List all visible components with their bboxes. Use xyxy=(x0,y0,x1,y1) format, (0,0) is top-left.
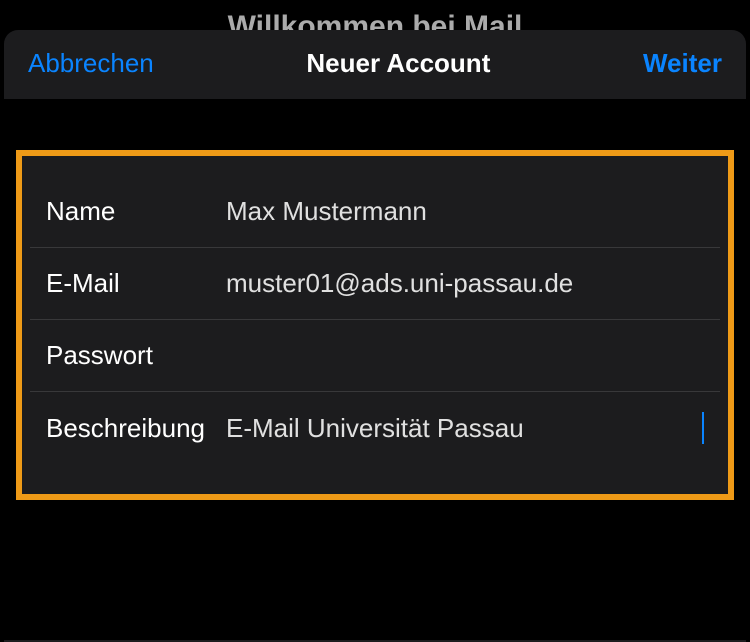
description-field[interactable]: E-Mail Universität Passau xyxy=(226,413,700,444)
name-row[interactable]: Name xyxy=(30,176,720,248)
description-label: Beschreibung xyxy=(46,413,226,444)
content-area: Name E-Mail Passwort Beschreibung E-Mail… xyxy=(4,100,746,640)
cancel-button[interactable]: Abbrechen xyxy=(28,48,154,79)
name-field[interactable] xyxy=(226,196,704,227)
password-field[interactable] xyxy=(226,340,704,371)
password-label: Passwort xyxy=(46,340,226,371)
next-button[interactable]: Weiter xyxy=(643,48,722,79)
email-row[interactable]: E-Mail xyxy=(30,248,720,320)
modal-sheet: Abbrechen Neuer Account Weiter Name E-Ma… xyxy=(4,30,746,642)
description-row[interactable]: Beschreibung E-Mail Universität Passau xyxy=(30,392,720,464)
page-title: Neuer Account xyxy=(306,48,490,79)
navigation-bar: Abbrechen Neuer Account Weiter xyxy=(4,30,746,100)
password-row[interactable]: Passwort xyxy=(30,320,720,392)
email-field[interactable] xyxy=(226,268,704,299)
email-label: E-Mail xyxy=(46,268,226,299)
name-label: Name xyxy=(46,196,226,227)
account-form: Name E-Mail Passwort Beschreibung E-Mail… xyxy=(16,150,734,500)
text-cursor-icon xyxy=(702,412,704,444)
